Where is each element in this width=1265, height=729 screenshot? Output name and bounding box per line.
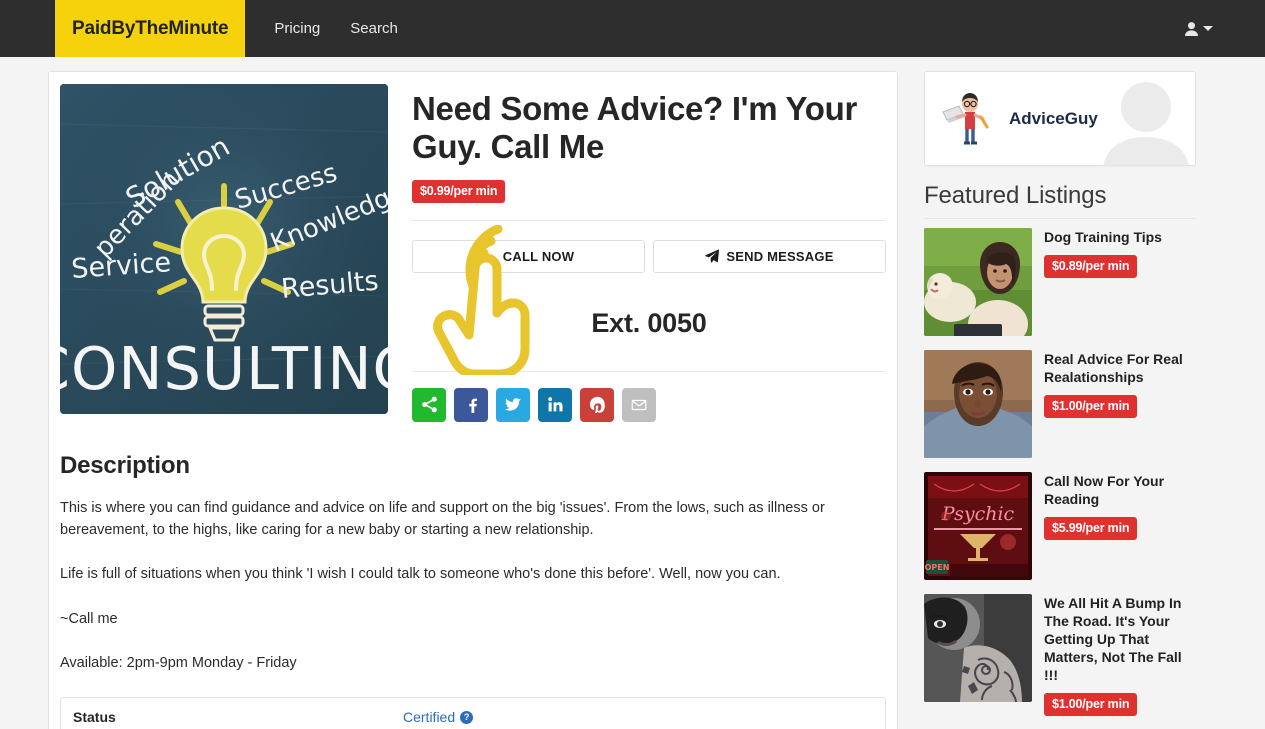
account-menu[interactable] (1184, 0, 1265, 57)
listing-thumbnail (924, 228, 1032, 336)
listing-meta: We All Hit A Bump In The Road. It's Your… (1044, 594, 1196, 716)
paper-plane-icon (705, 249, 720, 263)
tattooed-woman-photo (924, 594, 1032, 702)
profile-card[interactable]: AdviceGuy (924, 71, 1196, 166)
dog-and-woman-photo (924, 228, 1032, 336)
email-share-button[interactable] (622, 387, 656, 422)
cartoon-avatar-icon (942, 92, 989, 144)
listing-detail-column: Need Some Advice? I'm Your Guy. Call Me … (412, 84, 886, 422)
share-button[interactable] (412, 387, 446, 422)
twitter-share-button[interactable] (496, 387, 530, 422)
action-buttons: CALL NOW SEND MESSAGE (412, 239, 886, 273)
svg-text:OPEN: OPEN (925, 563, 950, 572)
call-now-button[interactable]: CALL NOW (412, 239, 645, 273)
description-heading: Description (60, 451, 190, 479)
listing-price-badge: $1.00/per min (1044, 394, 1138, 418)
description-paragraph-2: Life is full of situations when you thin… (60, 566, 781, 583)
featured-listing-item[interactable]: Dog Training Tips $0.89/per min (924, 228, 1196, 336)
status-badge[interactable]: Certified ? (403, 709, 474, 726)
user-silhouette-icon (1103, 82, 1189, 165)
linkedin-share-button[interactable] (538, 387, 572, 422)
listing-title: Call Now For Your Reading (1044, 473, 1165, 507)
facebook-share-button[interactable] (454, 387, 488, 422)
featured-listing-item[interactable]: We All Hit A Bump In The Road. It's Your… (924, 594, 1196, 716)
listing-meta: Real Advice For Real Realationships $1.0… (1044, 350, 1196, 458)
featured-listing-item[interactable]: Real Advice For Real Realationships $1.0… (924, 350, 1196, 458)
featured-listing-item[interactable]: Psychic OPEN Call Now For Your Reading $… (924, 472, 1196, 580)
listing-thumbnail: Psychic OPEN (924, 472, 1032, 580)
page-title: Need Some Advice? I'm Your Guy. Call Me (412, 90, 858, 166)
listing-title: Dog Training Tips (1044, 229, 1162, 245)
listing-title: We All Hit A Bump In The Road. It's Your… (1044, 595, 1182, 683)
pinterest-icon (589, 396, 605, 414)
status-value-text: Certified (403, 709, 456, 726)
email-icon (631, 399, 647, 410)
consulting-chalkboard-graphic: peration Solution Success Knowledg Servi… (60, 84, 388, 414)
brand-logo[interactable]: PaidByTheMinute (55, 0, 246, 57)
pinterest-share-button[interactable] (580, 387, 614, 422)
svg-text:CONSULTING: CONSULTING (60, 334, 388, 403)
user-icon-svg (1185, 21, 1198, 36)
facebook-icon (468, 398, 477, 414)
listing-top-row: peration Solution Success Knowledg Servi… (60, 84, 886, 422)
send-message-button[interactable]: SEND MESSAGE (653, 239, 886, 273)
psychic-neon-sign-photo: Psychic OPEN (924, 472, 1032, 580)
status-label: Status (73, 709, 116, 726)
share-icon (421, 396, 437, 413)
listing-thumbnail (924, 594, 1032, 702)
question-mark-icon[interactable]: ? (460, 710, 474, 724)
page-body: peration Solution Success Knowledg Servi… (0, 57, 1265, 729)
nav-link-search[interactable]: Search (335, 0, 413, 57)
nav-links: Pricing Search (259, 0, 412, 57)
description-paragraph-1: This is where you can find guidance and … (60, 499, 825, 538)
listing-price-badge: $1.00/per min (1044, 692, 1138, 716)
twitter-icon (504, 398, 521, 411)
listing-price-badge: $0.89/per min (1044, 254, 1138, 278)
description-paragraph-3: ~Call me (60, 610, 118, 627)
listing-title: Real Advice For Real Realationships (1044, 351, 1183, 385)
woman-portrait-photo (924, 350, 1032, 458)
price-badge: $0.99/per min (412, 179, 506, 203)
featured-listings-heading: Featured Listings (924, 182, 1107, 209)
listing-meta: Dog Training Tips $0.89/per min (1044, 228, 1196, 336)
listing-price-badge: $5.99/per min (1044, 516, 1138, 540)
phone-icon (484, 250, 495, 262)
featured-divider (924, 218, 1196, 219)
extension-number: Ext. 0050 (591, 307, 707, 338)
listing-detail-card: peration Solution Success Knowledg Servi… (48, 71, 898, 729)
send-message-label: SEND MESSAGE (726, 248, 834, 264)
description-paragraph-4: Available: 2pm-9pm Monday - Friday (60, 655, 297, 672)
status-row: Status Certified ? (60, 696, 886, 729)
call-now-label: CALL NOW (502, 248, 575, 264)
listing-main-image[interactable]: peration Solution Success Knowledg Servi… (60, 84, 388, 414)
linkedin-icon (547, 397, 563, 412)
listing-meta: Call Now For Your Reading $5.99/per min (1044, 472, 1196, 580)
share-buttons-row (412, 370, 886, 422)
sidebar: AdviceGuy Featured Listings Dog Training… (924, 71, 1196, 729)
user-icon (1184, 21, 1213, 37)
nav-link-pricing[interactable]: Pricing (259, 0, 335, 57)
chevron-down-icon (1203, 26, 1213, 31)
detail-divider (412, 219, 886, 221)
svg-text:Psychic: Psychic (941, 503, 1015, 525)
listing-thumbnail (924, 350, 1032, 458)
top-navbar: PaidByTheMinute Pricing Search (0, 0, 1265, 57)
profile-name: AdviceGuy (1009, 108, 1098, 128)
description-section: Description This is where you can find g… (60, 422, 886, 729)
